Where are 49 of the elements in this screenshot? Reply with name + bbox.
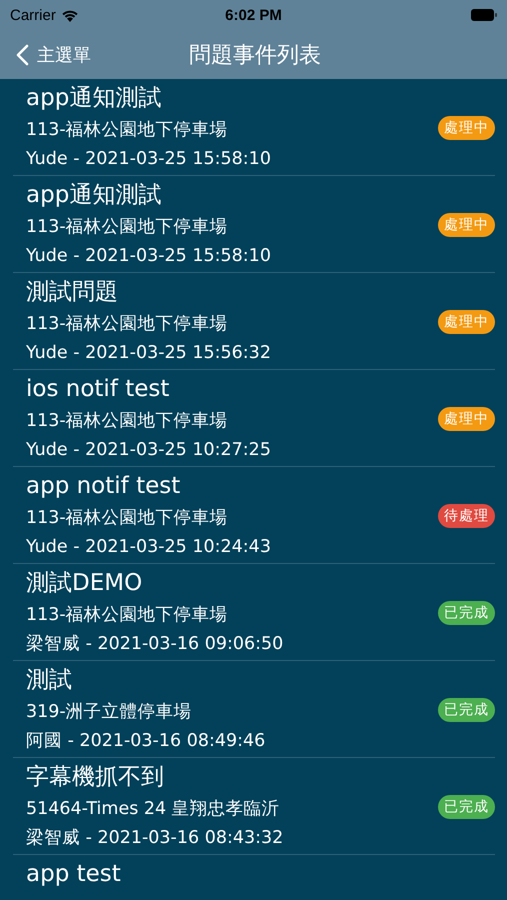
event-row[interactable]: app通知測試 113-福林公園地下停車場 Yude - 2021-03-25 15:58:10 處理中 [13, 79, 495, 176]
event-row[interactable]: 測試 319-洲子立體停車場 阿國 - 2021-03-16 08:49:46 已完成 [13, 661, 495, 758]
event-row[interactable]: 測試問題 113-福林公園地下停車場 Yude - 2021-03-25 15:56:32 處理中 [13, 273, 495, 370]
wifi-icon [60, 8, 79, 22]
event-location: 51464-Times 24 皇翔忠孝臨沂 [26, 798, 281, 821]
event-location: 113-福林公園地下停車場 [26, 119, 229, 142]
event-author-time: Yude - 2021-03-25 15:56:32 [26, 342, 272, 365]
chevron-left-icon [16, 44, 29, 66]
event-title: 測試 [26, 666, 73, 695]
carrier-label: Carrier [10, 6, 56, 24]
event-author-time: Yude - 2021-03-25 15:58:10 [26, 148, 272, 171]
event-row[interactable]: app notif test 113-福林公園地下停車場 Yude - 2021-03-25 10:24:43 待處理 [13, 467, 495, 564]
event-row[interactable]: app test [13, 855, 495, 900]
event-author-time: Yude - 2021-03-25 10:27:25 [26, 439, 272, 462]
status-badge: 處理中 [438, 406, 495, 430]
event-location: 113-福林公園地下停車場 [26, 313, 229, 336]
event-title: app通知測試 [26, 84, 162, 113]
event-title: ios notif test [26, 375, 170, 404]
status-badge: 待處理 [438, 504, 495, 528]
event-location: 319-洲子立體停車場 [26, 701, 193, 724]
status-badge: 處理中 [438, 212, 495, 236]
event-location: 113-福林公園地下停車場 [26, 604, 229, 627]
status-badge: 已完成 [438, 600, 495, 624]
status-badge: 已完成 [438, 794, 495, 818]
status-badge: 處理中 [438, 310, 495, 334]
back-button[interactable]: 主選單 [0, 42, 91, 66]
event-location: 113-福林公園地下停車場 [26, 507, 229, 530]
event-title: 字幕機抓不到 [26, 763, 165, 792]
screen-title: 問題事件列表 [188, 42, 322, 70]
event-author-time: Yude - 2021-03-25 15:58:10 [26, 245, 272, 268]
event-row[interactable]: 測試DEMO 113-福林公園地下停車場 梁智威 - 2021-03-16 09:06:50 已完成 [13, 564, 495, 661]
status-badge: 處理中 [438, 116, 495, 140]
event-title: app notif test [26, 472, 182, 501]
clock-time: 6:02 PM [224, 6, 283, 24]
event-title: 測試問題 [26, 278, 119, 307]
status-badge: 已完成 [438, 698, 495, 722]
battery-icon [471, 9, 497, 21]
event-row[interactable]: 字幕機抓不到 51464-Times 24 皇翔忠孝臨沂 梁智威 - 2021-03-16 08:43:32 已完成 [13, 758, 495, 855]
event-author-time: 梁智威 - 2021-03-16 08:43:32 [26, 827, 284, 850]
event-location: 113-福林公園地下停車場 [26, 216, 229, 239]
event-title: 測試DEMO [26, 569, 144, 598]
event-location: 113-福林公園地下停車場 [26, 410, 229, 433]
event-title: app通知測試 [26, 181, 162, 210]
event-author-time: 阿國 - 2021-03-16 08:49:46 [26, 730, 266, 753]
event-row[interactable]: ios notif test 113-福林公園地下停車場 Yude - 2021-03-25 10:27:25 處理中 [13, 370, 495, 467]
event-author-time: Yude - 2021-03-25 10:24:43 [26, 536, 272, 559]
event-row[interactable]: app通知測試 113-福林公園地下停車場 Yude - 2021-03-25 15:58:10 處理中 [13, 176, 495, 273]
event-author-time: 梁智威 - 2021-03-16 09:06:50 [26, 633, 284, 656]
event-title: app test [26, 860, 122, 889]
